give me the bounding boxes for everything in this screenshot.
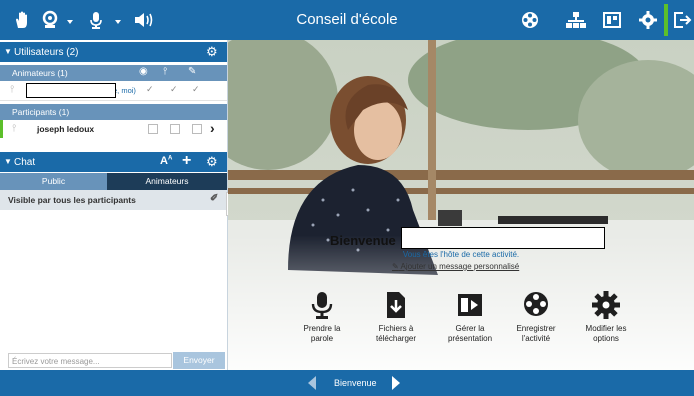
chevron-right-icon[interactable]: › [210, 120, 215, 136]
moderator-suffix: e, moi) [113, 86, 136, 95]
add-message-label: Ajouter un message personnalisé [400, 262, 520, 271]
next-arrow-icon[interactable] [390, 375, 402, 396]
action-label-prendre-parole: Prendre la parole [303, 324, 341, 343]
action-label-presentation: Gérer la présentation [447, 324, 493, 343]
chat-title: Chat [14, 157, 36, 168]
users-header[interactable]: ▼ Utilisateurs (2) ⚙ [0, 42, 227, 62]
chat-header[interactable]: ▼ Chat AA + ⚙ [0, 152, 227, 172]
status-indicator [664, 4, 668, 36]
eraser-icon[interactable]: ✐ [210, 193, 218, 204]
add-icon[interactable]: + [182, 152, 191, 170]
edit-permission-checkbox[interactable] [192, 124, 202, 134]
app-title: Conseil d'école [296, 11, 398, 28]
tab-public[interactable]: Public [0, 173, 107, 190]
participant-name: joseph ledoux [37, 124, 95, 134]
action-label-options: Modifier les options [585, 324, 627, 343]
microphone-icon: ⫯ [12, 123, 17, 134]
participants-label: Participants (1) [12, 107, 70, 117]
bottom-navbar: Bienvenue [0, 370, 694, 396]
gear-icon[interactable]: ⚙ [206, 154, 218, 170]
users-title: Utilisateurs (2) [14, 47, 79, 58]
film-reel-icon[interactable] [518, 8, 542, 32]
chat-tabs: Public Animateurs [0, 173, 227, 190]
action-label-enregistrer: Enregistrer l'activité [516, 324, 556, 343]
microphone-icon: ⫯ [163, 66, 168, 77]
send-button[interactable]: Envoyer [173, 352, 225, 369]
check-icon: ✓ [192, 84, 200, 94]
microphone-icon: ⫯ [10, 84, 15, 95]
previous-arrow-icon[interactable] [306, 375, 318, 396]
film-reel-icon [524, 292, 548, 316]
pencil-icon: ✎ [188, 66, 197, 77]
action-label-fichiers: Fichiers à télécharger [375, 324, 417, 343]
webcam-permission-checkbox[interactable] [148, 124, 158, 134]
user-row-participant[interactable]: ⫯ joseph ledoux › [0, 120, 227, 138]
welcome-title: Bienvenue [330, 233, 396, 248]
collapse-icon[interactable]: ▼ [4, 47, 12, 56]
presentation-icon [458, 294, 482, 316]
mic-permission-checkbox[interactable] [170, 124, 180, 134]
font-size-button[interactable]: AA [160, 155, 172, 167]
webcam-icon: ◉ [139, 66, 148, 77]
main-stage: Bienvenue Vous êtes l'hôte de cette acti… [228, 40, 694, 370]
chat-input[interactable]: Écrivez votre message... [8, 353, 172, 368]
microphone-icon [311, 292, 333, 319]
gear-icon[interactable] [636, 8, 660, 32]
redacted-title [401, 227, 605, 249]
gear-icon[interactable]: ⚙ [206, 44, 218, 60]
visibility-text: Visible par tous les participants [8, 195, 136, 205]
top-toolbar: Conseil d'école [0, 0, 694, 40]
check-icon: ✓ [146, 84, 154, 94]
layout-icon[interactable] [600, 8, 624, 32]
chat-visibility-bar: Visible par tous les participants ✐ [0, 190, 227, 210]
tab-animateurs[interactable]: Animateurs [107, 173, 227, 190]
slide-title: Bienvenue [334, 378, 377, 388]
check-icon: ✓ [170, 84, 178, 94]
font-size-label: A [160, 155, 168, 167]
animateurs-label: Animateurs (1) [12, 68, 68, 78]
side-panel: ▼ Utilisateurs (2) ⚙ Animateurs (1) ◉ ⫯ … [0, 40, 228, 370]
gear-icon [592, 291, 620, 319]
redacted-name [26, 83, 116, 98]
pencil-icon: ✎ [392, 262, 399, 271]
network-icon[interactable] [564, 8, 588, 32]
host-text: Vous êtes l'hôte de cette activité. [402, 250, 520, 259]
add-message-link[interactable]: ✎ Ajouter un message personnalisé [392, 262, 519, 271]
exit-icon[interactable] [670, 8, 694, 32]
participants-header: Participants (1) [0, 104, 227, 120]
collapse-icon[interactable]: ▼ [4, 157, 12, 166]
animateurs-header: Animateurs (1) ◉ ⫯ ✎ [0, 65, 227, 81]
download-file-icon [387, 292, 405, 318]
